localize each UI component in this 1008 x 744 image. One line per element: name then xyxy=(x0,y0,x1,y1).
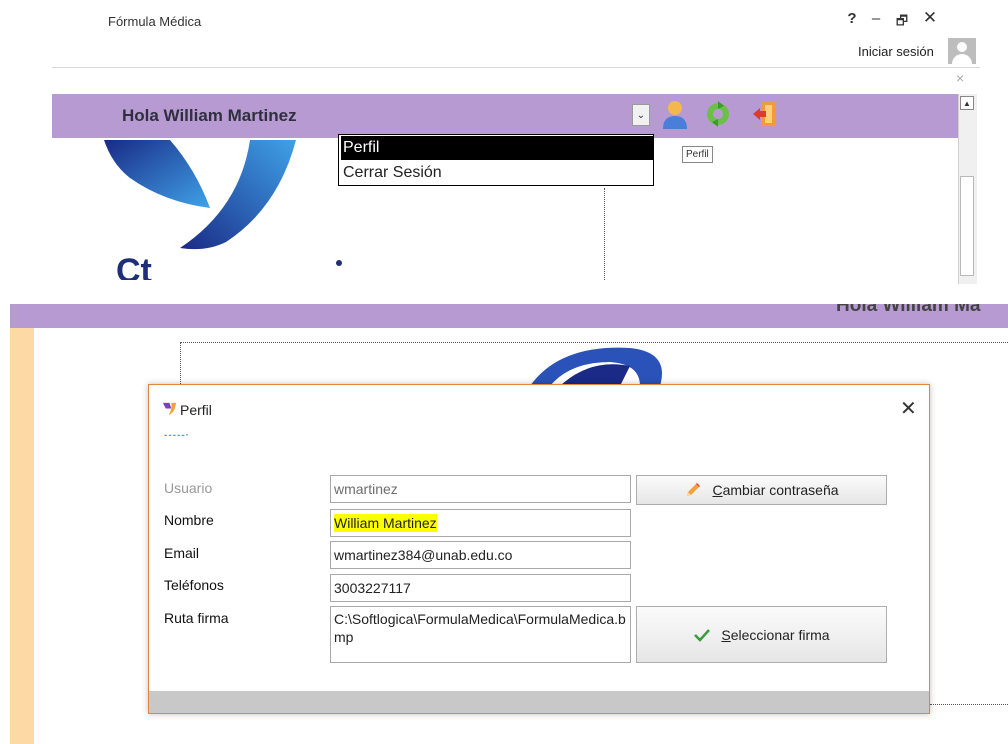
signin-link[interactable]: Iniciar sesión xyxy=(858,44,934,59)
mnemonic-s: S xyxy=(721,626,731,643)
top-separator xyxy=(52,67,980,68)
help-button[interactable]: ? xyxy=(842,10,862,27)
app-title: Fórmula Médica xyxy=(108,14,202,29)
email-field[interactable]: wmartinez384@unab.edu.co xyxy=(330,541,631,569)
notification-close-button[interactable]: × xyxy=(956,70,964,86)
nombre-field[interactable]: William Martinez xyxy=(330,509,631,537)
ruta-firma-field[interactable]: C:\Softlogica\FormulaMedica\FormulaMedic… xyxy=(330,606,631,663)
logo-icon xyxy=(104,140,296,250)
greeting-clip: Hola William Ma xyxy=(830,304,1008,328)
tooltip: Perfil xyxy=(682,146,713,163)
close-window-button[interactable]: ✕ xyxy=(920,8,940,28)
label-email: Email xyxy=(164,545,200,561)
greeting-text: Hola William Martinez xyxy=(122,106,297,125)
dialog-footer xyxy=(149,691,929,713)
scroll-thumb[interactable] xyxy=(960,176,974,276)
menu-item-cerrar-sesion[interactable]: Cerrar Sesión xyxy=(341,161,653,185)
avatar-head xyxy=(957,42,967,52)
app-logo-icon xyxy=(162,402,177,416)
dotted-border xyxy=(180,342,1008,343)
logo-text: Ct xyxy=(116,252,152,280)
dialog-title: Perfil xyxy=(180,402,212,418)
button-label: ambiar contraseña xyxy=(722,482,839,498)
scroll-up-icon[interactable]: ▲ xyxy=(960,96,974,110)
nombre-value: William Martinez xyxy=(334,514,437,532)
dialog-close-button[interactable]: ✕ xyxy=(900,396,917,421)
dialog-accent-line: -----· xyxy=(164,430,190,441)
pencil-icon xyxy=(687,483,701,496)
cambiar-contrasena-button[interactable]: Cambiar contraseña xyxy=(636,475,887,505)
minimize-button[interactable]: – xyxy=(866,10,886,27)
label-telefonos: Teléfonos xyxy=(164,577,224,593)
telefonos-field[interactable]: 3003227117 xyxy=(330,574,631,602)
label-ruta-firma: Ruta firma xyxy=(164,610,229,626)
user-dropdown-menu: Perfil Cerrar Sesión xyxy=(338,134,654,186)
avatar[interactable] xyxy=(948,38,976,64)
greeting-text-bottom: Hola William Ma xyxy=(836,304,981,316)
dotted-divider xyxy=(604,188,605,280)
user-icon[interactable] xyxy=(660,99,690,131)
sidebar-strip xyxy=(10,328,34,744)
exit-icon[interactable] xyxy=(752,100,778,128)
header-dropdown-toggle[interactable]: ⌄ xyxy=(632,104,650,126)
checkmark-icon xyxy=(694,628,711,642)
avatar-body xyxy=(952,54,972,64)
mnemonic-c: C xyxy=(712,482,723,498)
refresh-icon[interactable] xyxy=(704,100,732,128)
restore-button[interactable]: 🗗 xyxy=(892,12,912,34)
logo-icon xyxy=(530,347,662,386)
label-nombre: Nombre xyxy=(164,512,214,528)
dotted-border xyxy=(930,704,1008,705)
seleccionar-firma-button[interactable]: Seleccionar firma xyxy=(636,606,887,663)
label-usuario: Usuario xyxy=(164,480,213,496)
logo-dot xyxy=(336,260,342,266)
button-label: eleccionar firma xyxy=(730,626,830,643)
usuario-field[interactable]: wmartinez xyxy=(330,475,631,503)
menu-item-perfil[interactable]: Perfil xyxy=(341,136,653,160)
